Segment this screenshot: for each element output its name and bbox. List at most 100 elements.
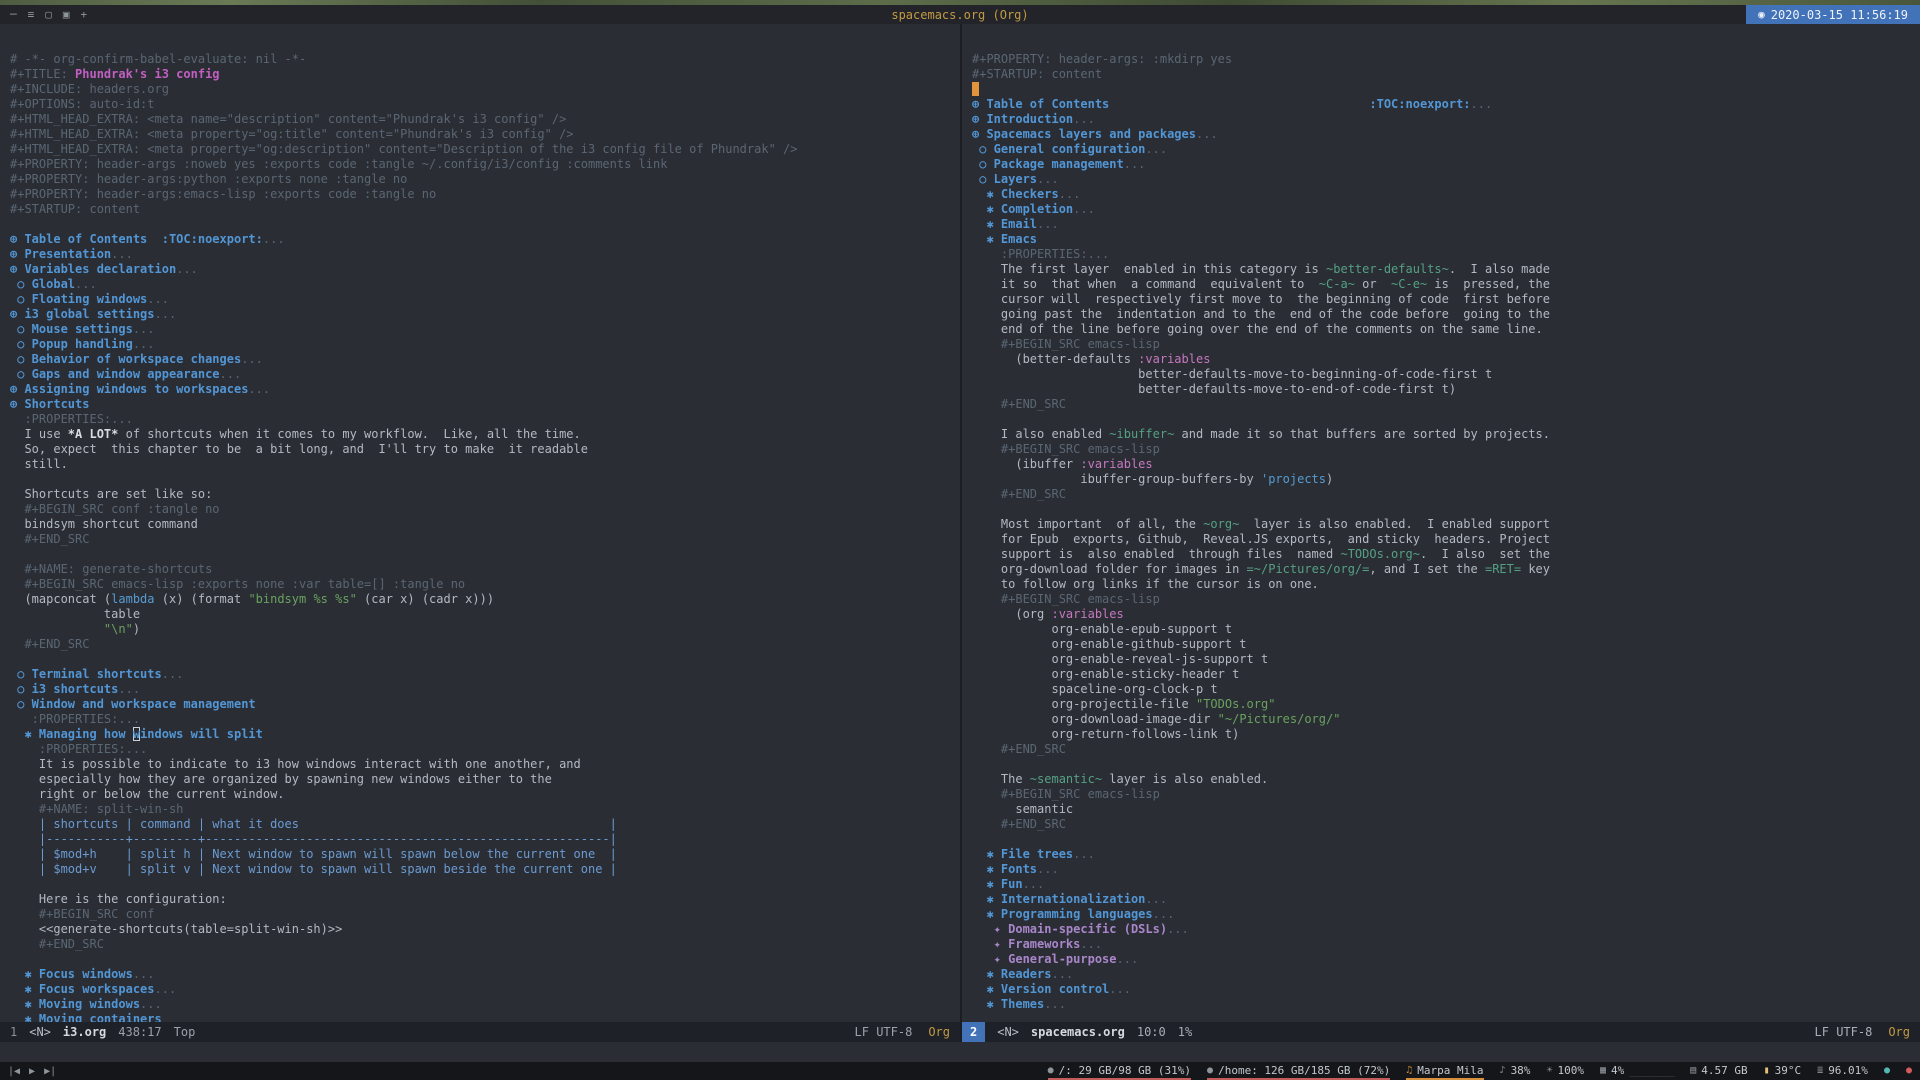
text-run: ... — [1109, 982, 1131, 996]
right-buffer[interactable]: #+PROPERTY: header-args: :mkdirp yes #+ST… — [962, 24, 1920, 1022]
cpu-module[interactable]: ▦ 4% ________ — [1600, 1062, 1675, 1080]
player-module[interactable]: ♫ Marpa Mila — [1406, 1062, 1484, 1080]
editor-line: to follow org links if the cursor is on … — [972, 577, 1920, 592]
temperature-icon: ▮ — [1763, 1064, 1770, 1076]
editor-line: ○ Floating windows... — [10, 292, 960, 307]
text-run: ○ i3 shortcuts — [10, 682, 119, 696]
editor-line: #+END_SRC — [972, 742, 1920, 757]
left-buffer[interactable]: # -*- org-confirm-babel-evaluate: nil -*… — [0, 24, 960, 1022]
alert-indicator-module[interactable]: ● — [1906, 1062, 1912, 1080]
editor-line: Here is the configuration: — [10, 892, 960, 907]
text-run: ... — [1145, 142, 1168, 156]
grid-icon[interactable]: ▣ — [63, 8, 70, 21]
text-run: semantic — [972, 802, 1074, 816]
text-run: ... — [248, 382, 271, 396]
editor-line: #+END_SRC — [972, 487, 1920, 502]
temperature-module[interactable]: ▮ 39°C — [1764, 1062, 1802, 1080]
player-icon: ♫ — [1406, 1064, 1413, 1076]
text-run: end of the line before going over the en… — [972, 322, 1543, 336]
text-run: ○ Floating windows — [10, 292, 148, 306]
text-run: ○ General configuration — [972, 142, 1146, 156]
editor-line: ⊕ Table of Contents :TOC:noexport:... — [10, 232, 960, 247]
text-run: ○ Gaps and window appearance — [10, 367, 220, 381]
disk-root-icon: ● — [1047, 1064, 1054, 1076]
editor-line: org-download folder for images in =~/Pic… — [972, 562, 1920, 577]
text-run: | $mod+h | split h | Next window to spaw… — [10, 847, 617, 861]
text-run: <<generate-shortcuts(table=split-win-sh)… — [10, 922, 343, 936]
editor-line: better-defaults-move-to-beginning-of-cod… — [972, 367, 1920, 382]
cpu-graph: ________ — [1629, 1063, 1675, 1077]
text-run: Shortcuts are set like so: — [10, 487, 213, 501]
desktop: ─ ≡ ▢ ▣ + spacemacs.org (Org) ◉ 2020-03-15 1… — [0, 0, 1920, 1080]
editor-line: ✱ Focus workspaces... — [10, 982, 960, 997]
clock-widget[interactable]: ◉ 2020-03-15 11:56:19 — [1746, 5, 1920, 24]
brightness-module[interactable]: ☀ 100% — [1546, 1062, 1584, 1080]
previous-track-icon[interactable]: |◀ — [8, 1066, 20, 1077]
plus-icon[interactable]: + — [81, 8, 88, 21]
editor-line: I also enabled ~ibuffer~ and made it so … — [972, 427, 1920, 442]
volume-module[interactable]: ♪ 38% — [1500, 1062, 1531, 1080]
editor-line: #+BEGIN_SRC emacs-lisp — [972, 337, 1920, 352]
encoding-indicator: LF UTF-8 — [854, 1025, 913, 1039]
text-run: ... — [118, 682, 141, 696]
text-run: 'projects — [1260, 472, 1327, 486]
editor-line: Most important of all, the ~org~ layer i… — [972, 517, 1920, 532]
memory-module[interactable]: ▤ 4.57 GB — [1690, 1062, 1747, 1080]
editor-line: org-enable-reveal-js-support t — [972, 652, 1920, 667]
text-run: #+BEGIN_SRC emacs-lisp — [972, 337, 1160, 351]
disk-root-module[interactable]: ● /: 29 GB/98 GB (31%) — [1047, 1062, 1192, 1080]
text-run: ✱ Version control — [972, 982, 1110, 996]
network-indicator-module[interactable]: ● — [1884, 1062, 1890, 1080]
text-run: org-enable-reveal-js-support t — [972, 652, 1269, 666]
editor-line: org-download-image-dir "~/Pictures/org/" — [972, 712, 1920, 727]
text-run: #+BEGIN_SRC emacs-lisp — [972, 442, 1160, 456]
editor-line: ✱ File trees... — [972, 847, 1920, 862]
text-run: ~C-a~ — [1318, 277, 1355, 291]
text-run: ~TODOs.org~ — [1340, 547, 1420, 561]
minimize-icon[interactable]: ─ — [10, 8, 17, 21]
next-track-icon[interactable]: ▶| — [44, 1066, 56, 1077]
editor-line: table — [10, 607, 960, 622]
editor-line: #+HTML_HEAD_EXTRA: <meta name="descripti… — [10, 112, 960, 127]
window-icon[interactable]: ▢ — [45, 8, 52, 21]
play-icon[interactable]: ▶ — [29, 1066, 35, 1077]
editor-line: #+PROPERTY: header-args:python :exports … — [10, 172, 960, 187]
text-run: ... — [1152, 907, 1175, 921]
text-run: ... — [147, 292, 169, 306]
text-run: ... — [1080, 937, 1103, 951]
text-run: ~C-e~ — [1391, 277, 1428, 291]
text-run: ... — [132, 322, 155, 336]
text-run: The — [972, 772, 1030, 786]
buffer-name: i3.org — [62, 1025, 107, 1039]
network-indicator-icon: ● — [1883, 1064, 1890, 1076]
disk-home-module[interactable]: ● /home: 126 GB/185 GB (72%) — [1207, 1062, 1391, 1080]
text-run: right or below the current window. — [10, 787, 285, 801]
text-run: better-defaults-move-to-beginning-of-cod… — [972, 367, 1493, 381]
editor-line: support is also enabled through files na… — [972, 547, 1920, 562]
text-run: ⊕ Spacemacs layers and packages — [972, 127, 1196, 141]
editor-line: | $mod+h | split h | Next window to spaw… — [10, 847, 960, 862]
battery-module[interactable]: ≣ 96.01% — [1817, 1062, 1868, 1080]
text-run: ✱ Moving windows — [10, 997, 141, 1011]
text-run: ... — [1123, 157, 1146, 171]
editor-line: #+BEGIN_SRC emacs-lisp — [972, 592, 1920, 607]
emacs-frame: # -*- org-confirm-babel-evaluate: nil -*… — [0, 24, 1920, 1042]
text-run: =RET= — [1484, 562, 1522, 576]
editor-line: going past the indentation and to the en… — [972, 307, 1920, 322]
text-run: ... — [1116, 952, 1139, 966]
text-run — [1109, 97, 1369, 111]
editor-line: #+BEGIN_SRC emacs-lisp :exports none :va… — [10, 577, 960, 592]
text-run: ... — [1470, 97, 1493, 111]
editor-line: cursor will respectively first move to t… — [972, 292, 1920, 307]
editor-line: ibuffer-group-buffers-by 'projects) — [972, 472, 1920, 487]
window-number: 1 — [10, 1025, 18, 1039]
editor-line: |-----------+---------+-----------------… — [10, 832, 960, 847]
player-value: Marpa Mila — [1417, 1063, 1484, 1077]
editor-line: The first layer enabled in this category… — [972, 262, 1920, 277]
editor-line: So, expect this chapter to be a bit long… — [10, 442, 960, 457]
menu-icon[interactable]: ≡ — [28, 8, 35, 21]
editor-line: "\n") — [10, 622, 960, 637]
text-run: ⊕ Table of Contents :TOC:noexport: — [10, 232, 263, 246]
